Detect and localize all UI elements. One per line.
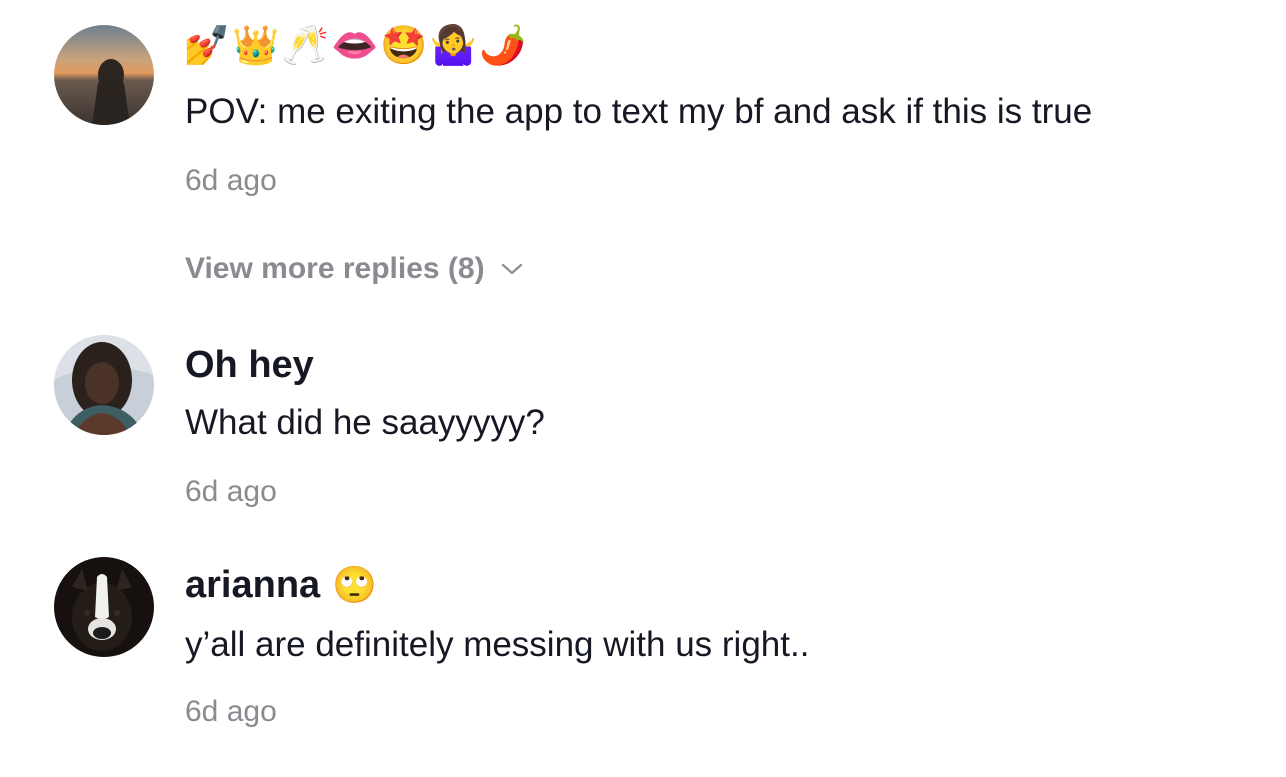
comment-timestamp: 6d ago (185, 164, 277, 197)
eye-roll-emoji: 🙄 (332, 564, 377, 605)
username-label: Oh hey (185, 344, 314, 386)
emoji: 🤩 (380, 25, 428, 67)
username-emojis[interactable]: 💅 👑 🥂 👄 🤩 🤷‍♀️ 🌶️ (183, 27, 526, 65)
dog-avatar (54, 557, 154, 657)
woman-portrait-avatar (54, 335, 154, 435)
view-more-replies-button[interactable]: View more replies (8) (185, 254, 523, 284)
sunset-person-avatar (54, 25, 154, 125)
emoji: 💅 (183, 25, 231, 67)
comment-timestamp: 6d ago (185, 475, 277, 508)
comment-text: POV: me exiting the app to text my bf an… (185, 92, 1093, 131)
emoji: 🤷‍♀️ (429, 25, 477, 67)
avatar[interactable] (54, 335, 154, 435)
emoji: 🥂 (281, 25, 329, 67)
comment-text: y’all are definitely messing with us rig… (185, 625, 810, 664)
comment-timestamp: 6d ago (185, 695, 277, 728)
comment-username[interactable]: arianna 🙄 (185, 566, 377, 604)
emoji: 👑 (232, 25, 280, 67)
username-label: arianna (185, 564, 321, 606)
chevron-down-icon (501, 262, 523, 276)
comment-text: What did he saayyyyy? (185, 403, 545, 442)
comment-username[interactable]: Oh hey (185, 346, 314, 384)
emoji: 🌶️ (478, 25, 527, 67)
emoji: 👄 (330, 25, 379, 67)
view-more-replies-label: View more replies (8) (185, 252, 485, 285)
avatar[interactable] (54, 557, 154, 657)
avatar[interactable] (54, 25, 154, 125)
